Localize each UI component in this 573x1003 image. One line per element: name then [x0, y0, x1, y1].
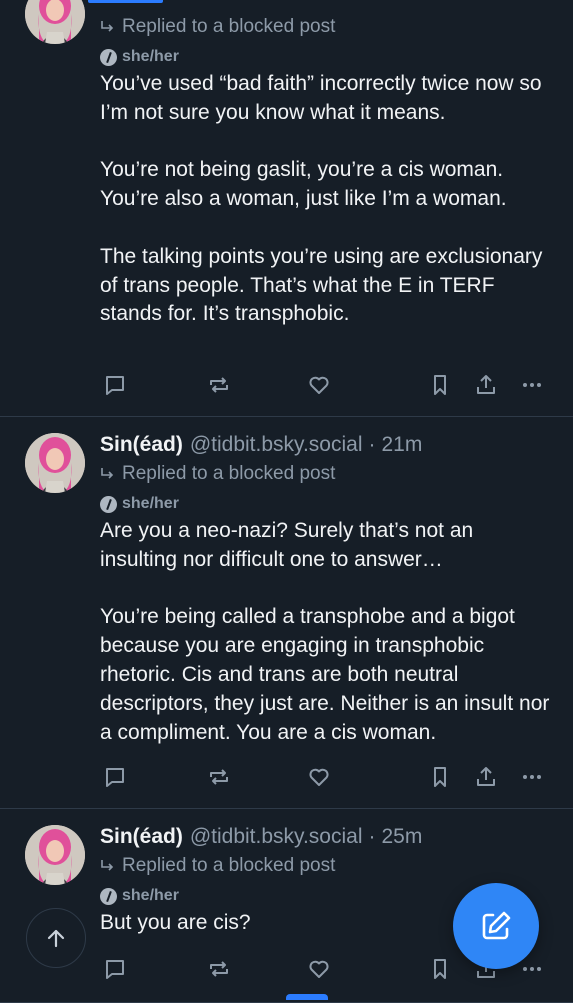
- speech-bubble-icon: [106, 376, 124, 395]
- post-actions: [100, 762, 550, 792]
- ellipsis-icon: [523, 775, 541, 779]
- reply-arrow-icon: [101, 468, 114, 479]
- pronouns: she/her: [100, 491, 555, 517]
- pronoun-icon: [100, 495, 117, 513]
- pronoun-text: she/her: [122, 48, 179, 65]
- more-options-button[interactable]: [517, 370, 547, 400]
- compose-pencil-icon: [482, 911, 511, 940]
- scroll-to-top-button[interactable]: [26, 908, 86, 968]
- post-body: Are you a neo-nazi? Surely that’s not an…: [100, 517, 555, 747]
- reply-button[interactable]: [100, 762, 130, 792]
- bookmark-icon: [434, 959, 446, 979]
- reply-text: Replied to a blocked post: [122, 463, 336, 484]
- like-button[interactable]: [304, 762, 334, 792]
- author-handle[interactable]: @tidbit.bsky.social: [190, 433, 363, 457]
- compose-post-button[interactable]: [453, 883, 539, 969]
- header-accent-bar: [88, 0, 163, 3]
- bookmark-icon: [434, 375, 446, 395]
- post-feed: Replied to a blocked post she/her You’ve…: [0, 0, 573, 1003]
- pronoun-text: she/her: [122, 495, 179, 512]
- reply-indicator: Replied to a blocked post: [100, 460, 555, 488]
- pronoun-text: she/her: [122, 887, 179, 904]
- like-button[interactable]: [304, 370, 334, 400]
- reply-button[interactable]: [100, 954, 130, 984]
- post-time[interactable]: 25m: [382, 825, 423, 849]
- post-paragraph: You’ve used “bad faith” incorrectly twic…: [100, 72, 542, 124]
- arrow-up-icon: [47, 929, 65, 948]
- share-upload-icon: [477, 375, 495, 394]
- post-actions: [100, 370, 550, 400]
- post-body: You’ve used “bad faith” incorrectly twic…: [100, 70, 555, 329]
- like-button[interactable]: [304, 954, 334, 984]
- repost-button[interactable]: [204, 762, 234, 792]
- bookmark-button[interactable]: [425, 370, 455, 400]
- speech-bubble-icon: [106, 768, 124, 787]
- separator-dot: ·: [368, 433, 376, 456]
- post-paragraph: You’re being called a transphobe and a b…: [100, 605, 550, 744]
- ellipsis-icon: [523, 967, 541, 971]
- reply-indicator: Replied to a blocked post: [100, 852, 555, 880]
- bottom-nav-indicator: [286, 994, 328, 1000]
- post-header: Sin(éad) @tidbit.bsky.social · 21m: [100, 430, 555, 460]
- reply-arrow-icon: [101, 860, 114, 871]
- bookmark-icon: [434, 767, 446, 787]
- reply-button[interactable]: [100, 370, 130, 400]
- post-header: Sin(éad) @tidbit.bsky.social · 25m: [100, 822, 555, 852]
- pronoun-icon: [100, 887, 117, 905]
- post-paragraph: The talking points you’re using are excl…: [100, 244, 543, 326]
- reply-text: Replied to a blocked post: [122, 16, 336, 37]
- speech-bubble-icon: [106, 960, 124, 979]
- bookmark-button[interactable]: [425, 762, 455, 792]
- repost-arrows-icon: [210, 769, 228, 785]
- bookmark-button[interactable]: [425, 954, 455, 984]
- repost-button[interactable]: [204, 370, 234, 400]
- separator-dot: ·: [368, 825, 376, 848]
- share-button[interactable]: [471, 762, 501, 792]
- reply-indicator: Replied to a blocked post: [100, 13, 555, 41]
- post-paragraph: You’re not being gaslit, you’re a cis wo…: [100, 158, 507, 211]
- reply-text: Replied to a blocked post: [122, 855, 336, 876]
- reply-arrow-icon: [101, 21, 114, 32]
- heart-icon: [309, 376, 329, 394]
- share-upload-icon: [477, 767, 495, 786]
- heart-icon: [309, 960, 329, 978]
- more-options-button[interactable]: [517, 762, 547, 792]
- share-button[interactable]: [471, 370, 501, 400]
- avatar[interactable]: [25, 0, 85, 44]
- pronouns: she/her: [100, 44, 555, 70]
- avatar[interactable]: [25, 825, 85, 885]
- author-name[interactable]: Sin(éad): [100, 433, 183, 457]
- ellipsis-icon: [523, 383, 541, 387]
- author-name[interactable]: Sin(éad): [100, 825, 183, 849]
- repost-arrows-icon: [210, 377, 228, 393]
- post-time[interactable]: 21m: [382, 433, 423, 457]
- avatar[interactable]: [25, 433, 85, 493]
- author-handle[interactable]: @tidbit.bsky.social: [190, 825, 363, 849]
- post-paragraph: Are you a neo-nazi? Surely that’s not an…: [100, 519, 474, 571]
- pronoun-icon: [100, 48, 117, 66]
- repost-button[interactable]: [204, 954, 234, 984]
- post[interactable]: Replied to a blocked post she/her You’ve…: [0, 0, 573, 417]
- post[interactable]: Sin(éad) @tidbit.bsky.social · 21m Repli…: [0, 417, 573, 809]
- heart-icon: [309, 768, 329, 786]
- repost-arrows-icon: [210, 961, 228, 977]
